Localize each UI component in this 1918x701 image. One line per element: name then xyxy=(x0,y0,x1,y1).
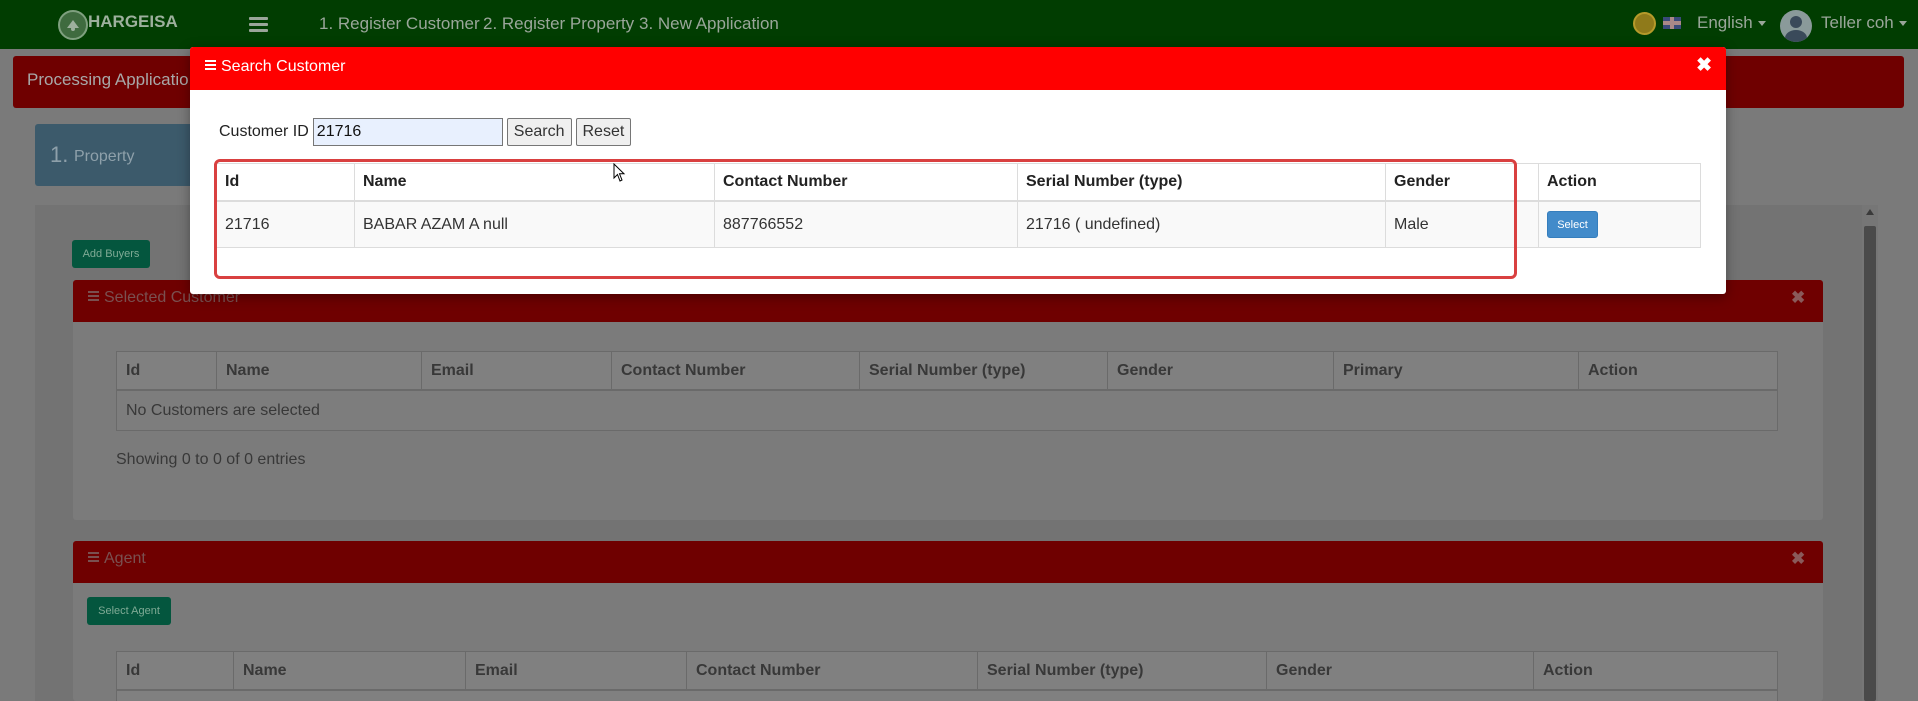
logo-emblem-icon xyxy=(58,10,88,40)
list-icon xyxy=(88,291,99,301)
select-agent-button[interactable]: Select Agent xyxy=(87,597,171,625)
close-icon[interactable]: ✖ xyxy=(1791,288,1805,308)
user-name: Teller coh xyxy=(1821,13,1894,32)
column-header: Id xyxy=(217,164,355,202)
column-header[interactable]: Primary xyxy=(1334,352,1579,391)
column-header: Contact Number xyxy=(715,164,1018,202)
cell-contact: 887766552 xyxy=(715,202,1018,247)
empty-table-message: No Customers are selected xyxy=(117,391,1777,430)
user-avatar[interactable] xyxy=(1780,10,1812,42)
logo-title: HARGEISA xyxy=(88,11,178,31)
close-icon[interactable]: ✖ xyxy=(1791,549,1805,569)
user-menu[interactable]: Teller coh xyxy=(1821,13,1907,33)
cell-action: Select xyxy=(1539,202,1700,247)
search-button[interactable]: Search xyxy=(506,118,572,146)
column-header[interactable]: Gender xyxy=(1108,352,1334,391)
select-customer-button[interactable]: Select xyxy=(1547,211,1598,238)
selected-customer-table: Id Name Email Contact Number Serial Numb… xyxy=(116,351,1778,431)
logo-subtitle xyxy=(88,31,178,38)
column-header[interactable]: Email xyxy=(466,652,687,691)
column-header: Action xyxy=(1539,164,1700,202)
scroll-up-icon[interactable] xyxy=(1866,209,1874,215)
column-header[interactable]: Id xyxy=(117,352,217,391)
mouse-cursor-icon xyxy=(613,163,626,182)
column-header[interactable]: Name xyxy=(217,352,422,391)
agent-title: Agent xyxy=(88,550,146,568)
chevron-down-icon xyxy=(1757,21,1766,27)
column-header: Name xyxy=(355,164,715,202)
hamburger-menu-icon[interactable] xyxy=(249,17,268,32)
agent-panel-header xyxy=(73,541,1823,583)
cell-name: BABAR AZAM A null xyxy=(355,202,715,247)
nav-register-customer[interactable]: 1. Register Customer xyxy=(319,14,480,34)
page-title: Processing Applicatio xyxy=(27,70,189,89)
table-row: 21716 BABAR AZAM A null 887766552 21716 … xyxy=(217,202,1700,247)
column-header: Serial Number (type) xyxy=(1018,164,1386,202)
step-label: Property xyxy=(74,148,135,165)
pagination-info: Showing 0 to 0 of 0 entries xyxy=(116,451,306,468)
nav-new-application[interactable]: 3. New Application xyxy=(639,14,779,34)
language-dropdown[interactable]: English xyxy=(1697,13,1766,33)
customer-id-input[interactable] xyxy=(312,118,503,146)
column-header[interactable]: Gender xyxy=(1267,652,1534,691)
customer-id-label: Customer ID xyxy=(219,123,309,140)
table-header-row: Id Name Email Contact Number Serial Numb… xyxy=(117,352,1777,391)
step-number: 1. xyxy=(50,142,69,167)
cell-id: 21716 xyxy=(217,202,355,247)
chevron-down-icon xyxy=(1898,21,1907,27)
search-results-table: Id Name Contact Number Serial Number (ty… xyxy=(216,163,1701,248)
app-logo[interactable]: HARGEISA xyxy=(58,10,178,40)
table-header-row: Id Name Contact Number Serial Number (ty… xyxy=(217,164,1700,202)
column-header[interactable]: Email xyxy=(422,352,612,391)
cell-gender: Male xyxy=(1386,202,1539,247)
language-label: English xyxy=(1697,13,1753,32)
seal-icon xyxy=(1633,12,1656,35)
column-header[interactable]: Id xyxy=(117,652,234,691)
modal-header: Search Customer ✖ xyxy=(190,47,1726,90)
column-header[interactable]: Contact Number xyxy=(612,352,860,391)
column-header[interactable]: Contact Number xyxy=(687,652,978,691)
modal-title: Search Customer xyxy=(205,58,346,76)
column-header[interactable]: Name xyxy=(234,652,466,691)
column-header: Gender xyxy=(1386,164,1539,202)
list-icon xyxy=(88,552,99,562)
table-header-row: Id Name Email Contact Number Serial Numb… xyxy=(117,652,1777,691)
search-customer-modal: Search Customer ✖ Customer ID Search Res… xyxy=(190,47,1726,294)
cell-serial: 21716 ( undefined) xyxy=(1018,202,1386,247)
reset-button[interactable]: Reset xyxy=(575,118,632,146)
column-header[interactable]: Action xyxy=(1579,352,1777,391)
column-header[interactable]: Serial Number (type) xyxy=(978,652,1267,691)
add-buyers-button[interactable]: Add Buyers xyxy=(72,240,150,268)
agent-table: Id Name Email Contact Number Serial Numb… xyxy=(116,651,1778,701)
uk-flag-icon xyxy=(1663,17,1681,29)
column-header[interactable]: Action xyxy=(1534,652,1777,691)
search-form: Customer ID Search Reset xyxy=(219,118,632,146)
scrollbar-thumb[interactable] xyxy=(1864,226,1876,701)
column-header[interactable]: Serial Number (type) xyxy=(860,352,1108,391)
list-icon xyxy=(205,60,216,70)
top-navbar xyxy=(0,0,1918,49)
nav-register-property[interactable]: 2. Register Property xyxy=(483,14,634,34)
close-icon[interactable]: ✖ xyxy=(1696,56,1712,75)
